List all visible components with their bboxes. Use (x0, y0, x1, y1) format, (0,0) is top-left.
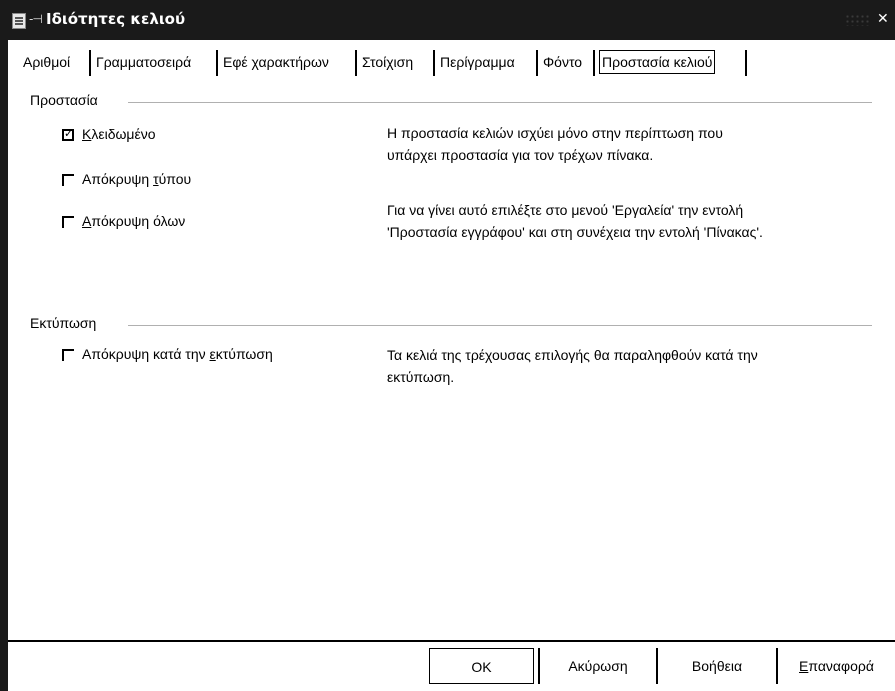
locked-checkbox[interactable]: ✓ (62, 127, 74, 141)
tab-separator (745, 50, 747, 76)
tab-font-effects[interactable]: Εφέ χαρακτήρων (223, 49, 329, 75)
protection-description-1: Η προστασία κελιών ισχύει μόνο στην περί… (387, 125, 723, 163)
tab-borders[interactable]: Περίγραμμα (440, 49, 515, 75)
footer-separator (8, 640, 895, 642)
title-bar[interactable]: -⊣ Ιδιότητες κελιού ✕ (0, 0, 895, 40)
checkmark-icon: ✓ (64, 127, 74, 140)
pin-icon[interactable]: -⊣ (29, 12, 43, 26)
tab-numbers[interactable]: Αριθμοί (23, 49, 70, 75)
protection-group-header: Προστασία (30, 92, 98, 108)
window-title: Ιδιότητες κελιού (46, 10, 186, 28)
print-description: Τα κελιά της τρέχουσας επιλογής θα παραλ… (387, 347, 758, 385)
hide-formula-label: Απόκρυψη τύπου (82, 171, 192, 187)
hide-all-checkbox[interactable] (62, 216, 74, 228)
reset-button[interactable]: Επαναφορά (778, 648, 895, 684)
tab-separator (593, 50, 595, 76)
protection-group-line (128, 102, 872, 103)
print-group-header: Εκτύπωση (30, 315, 97, 331)
locked-label: Κλειδωμένο (82, 126, 156, 142)
ok-button[interactable]: ΟΚ (429, 648, 534, 684)
hide-formula-checkbox[interactable] (62, 174, 74, 186)
print-group-line (128, 325, 872, 326)
tab-separator (536, 50, 538, 76)
hide-when-printing-label: Απόκρυψη κατά την εκτύπωση (82, 346, 273, 362)
cancel-button[interactable]: Ακύρωση (538, 648, 658, 684)
hide-when-printing-checkbox[interactable] (62, 349, 74, 361)
cell-properties-dialog: -⊣ Ιδιότητες κελιού ✕ Αριθμοί Γραμματοσε… (0, 0, 895, 691)
window-left-border (0, 0, 8, 691)
tab-bar: Αριθμοί Γραμματοσειρά Εφέ χαρακτήρων Στο… (8, 44, 895, 80)
grip-icon (845, 14, 871, 26)
tab-cell-protection[interactable]: Προστασία κελιού (599, 49, 716, 75)
close-icon[interactable]: ✕ (877, 11, 889, 27)
tab-separator (89, 50, 91, 76)
tab-separator (433, 50, 435, 76)
help-button[interactable]: Βοήθεια (658, 648, 778, 684)
tab-background[interactable]: Φόντο (543, 49, 582, 75)
tab-separator (216, 50, 218, 76)
tab-alignment[interactable]: Στοίχιση (362, 49, 413, 75)
protection-description-2: Για να γίνει αυτό επιλέξτε στο μενού 'Ερ… (387, 202, 763, 240)
tab-separator (355, 50, 357, 76)
hide-all-label: Απόκρυψη όλων (82, 213, 186, 229)
tab-font[interactable]: Γραμματοσειρά (96, 49, 191, 75)
document-icon (12, 13, 26, 29)
tab-cell-protection-label: Προστασία κελιού (599, 50, 716, 74)
